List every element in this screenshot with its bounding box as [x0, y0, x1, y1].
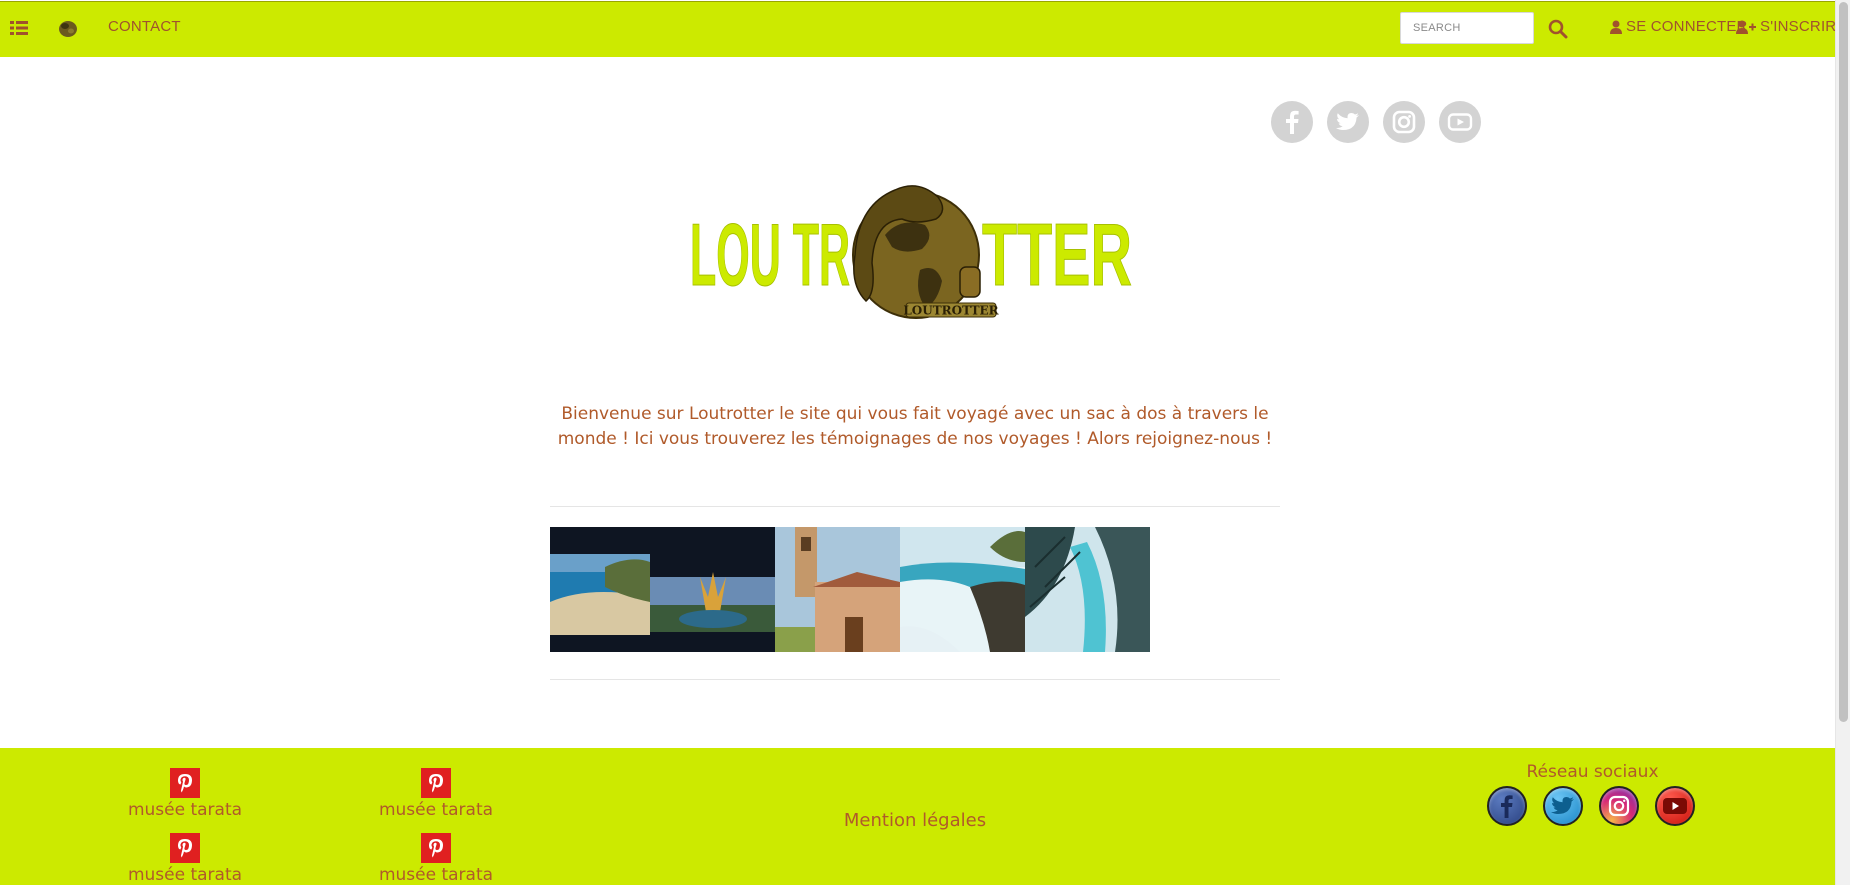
- menu-list-icon[interactable]: [10, 20, 28, 36]
- nav-contact-link[interactable]: CONTACT: [108, 18, 181, 35]
- scrollbar-thumb[interactable]: [1839, 2, 1848, 722]
- logo-text-right: TTER: [982, 205, 1132, 304]
- facebook-icon[interactable]: [1487, 786, 1527, 826]
- youtube-icon[interactable]: [1439, 101, 1481, 143]
- photo-gallery: [550, 527, 1150, 652]
- twitter-icon[interactable]: [1543, 786, 1583, 826]
- divider: [550, 679, 1280, 680]
- search-input[interactable]: [1400, 12, 1534, 44]
- beach-photo[interactable]: [550, 527, 650, 652]
- instagram-icon[interactable]: [1383, 101, 1425, 143]
- social-title: Réseau sociaux: [1526, 762, 1659, 782]
- login-link[interactable]: SE CONNECTER: [1610, 18, 1748, 35]
- facebook-icon[interactable]: [1271, 101, 1313, 143]
- intro-text: Bienvenue sur Loutrotter le site qui vou…: [557, 404, 1273, 449]
- youtube-icon[interactable]: [1655, 786, 1695, 826]
- signup-link[interactable]: S'INSCRIRE: [1736, 18, 1847, 35]
- church-tower-photo[interactable]: [775, 527, 900, 652]
- page-scrollbar[interactable]: [1835, 0, 1850, 885]
- waterfall-photo[interactable]: [1025, 527, 1150, 652]
- search-icon[interactable]: [1547, 18, 1569, 40]
- twitter-icon[interactable]: [1327, 101, 1369, 143]
- home-logo-icon[interactable]: [57, 18, 79, 38]
- logo-banner-text: LOUTROTTER: [903, 304, 999, 318]
- pin-label[interactable]: musée tarata: [356, 800, 516, 820]
- pin-label[interactable]: musée tarata: [356, 865, 516, 885]
- cathedral-photo[interactable]: [650, 527, 775, 652]
- page: CONTACT SE CONNECTER S'INSCRIRE: [0, 0, 1850, 885]
- pin-label[interactable]: musée tarata: [105, 800, 265, 820]
- loutrotter-logo: LOU TR TTER LOUTROTTER: [690, 175, 1135, 325]
- pinterest-icon[interactable]: [170, 833, 200, 863]
- mention-legales-link[interactable]: Mention légales: [815, 810, 1015, 831]
- pinterest-icon[interactable]: [421, 768, 451, 798]
- instagram-icon[interactable]: [1599, 786, 1639, 826]
- globe-otter-icon: LOUTROTTER: [852, 185, 1000, 319]
- top-navbar: CONTACT SE CONNECTER S'INSCRIRE: [0, 1, 1846, 57]
- logo-text-left: LOU TR: [690, 205, 850, 304]
- signup-label: S'INSCRIRE: [1760, 18, 1847, 35]
- user-icon: [1610, 20, 1622, 34]
- pinterest-icon[interactable]: [170, 768, 200, 798]
- divider: [550, 506, 1280, 507]
- user-plus-icon: [1736, 20, 1756, 34]
- pin-label[interactable]: musée tarata: [105, 865, 265, 885]
- login-label: SE CONNECTER: [1626, 18, 1748, 35]
- pinterest-icon[interactable]: [421, 833, 451, 863]
- coast-photo[interactable]: [900, 527, 1025, 652]
